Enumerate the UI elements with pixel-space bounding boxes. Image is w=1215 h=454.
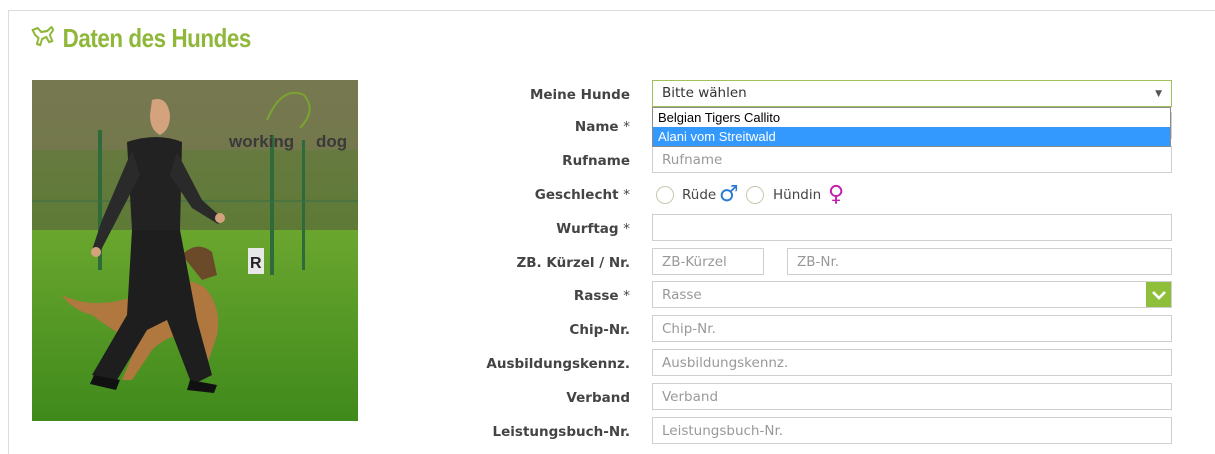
wurftag-label: Wurftag *: [556, 221, 630, 237]
radio-ruede-label: Rüde: [682, 187, 717, 203]
chip-input[interactable]: [652, 315, 1172, 342]
panel-border-top: [8, 10, 1215, 11]
chip-label: Chip-Nr.: [569, 322, 630, 338]
female-symbol-icon: ♀: [828, 182, 845, 207]
name-label: Name *: [574, 119, 630, 135]
rufname-input[interactable]: [652, 146, 1172, 173]
zb-nr-input[interactable]: [787, 248, 1172, 275]
rasse-label: Rasse *: [573, 288, 630, 304]
ausbildung-label: Ausbildungskennz.: [486, 356, 630, 372]
field-sign-letter: R: [250, 255, 262, 272]
dropdown-option[interactable]: Belgian Tigers Callito: [653, 108, 1170, 127]
section-header: Daten des Hundes: [30, 20, 251, 56]
rufname-label: Rufname: [562, 153, 630, 169]
leistungsbuch-input[interactable]: [652, 417, 1172, 444]
chevron-down-icon: [1151, 290, 1166, 300]
meine-hunde-label: Meine Hunde: [529, 87, 630, 103]
verband-label: Verband: [566, 390, 630, 406]
leistungsbuch-label: Leistungsbuch-Nr.: [492, 424, 630, 440]
meine-hunde-dropdown: Belgian Tigers Callito Alani vom Streitw…: [652, 107, 1171, 147]
geschlecht-label: Geschlecht *: [534, 187, 630, 203]
ausbildung-input[interactable]: [652, 349, 1172, 376]
panel-border-left: [8, 10, 9, 454]
rasse-input[interactable]: [652, 281, 1172, 308]
logo-text-working: working: [228, 132, 294, 151]
radio-ruede[interactable]: [656, 186, 674, 204]
radio-huendin[interactable]: [746, 186, 764, 204]
radio-huendin-label: Hündin: [773, 187, 822, 203]
dog-photo: working dog R: [32, 80, 358, 421]
verband-input[interactable]: [652, 383, 1172, 410]
male-symbol-icon: ♂: [719, 182, 739, 207]
dropdown-option-highlighted[interactable]: Alani vom Streitwald: [653, 127, 1170, 146]
zb-kuerzel-input[interactable]: [652, 248, 764, 275]
logo-text-dog: dog: [316, 132, 347, 151]
dog-paw-icon: [31, 26, 55, 47]
wurftag-input[interactable]: [652, 214, 1172, 241]
section-title: Daten des Hundes: [62, 22, 252, 53]
meine-hunde-select[interactable]: Bitte wählen ▼: [652, 80, 1172, 107]
zb-label: ZB. Kürzel / Nr.: [516, 255, 630, 271]
rasse-dropdown-button[interactable]: [1146, 282, 1171, 307]
meine-hunde-value: Bitte wählen: [662, 85, 747, 101]
chevron-down-icon: ▼: [1155, 89, 1162, 99]
